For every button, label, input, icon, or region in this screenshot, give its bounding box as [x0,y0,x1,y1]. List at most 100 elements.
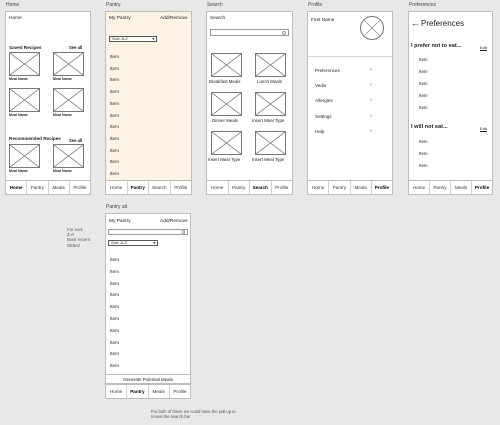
profile-screen: First Name Preferences › Vedis › Allergi… [307,11,393,195]
search-input[interactable] [108,229,188,235]
tab-pantry[interactable]: Pantry [127,385,149,398]
pantry-item[interactable]: Item [110,101,119,106]
generate-meals-button[interactable]: Generate Potential Meals [106,374,190,384]
page-title: My Pantry [109,16,131,21]
pantry-item[interactable]: Item [110,281,119,286]
home-screen: Home Saved Recipes See all Meal Name Mea… [5,11,91,195]
avatar[interactable] [360,16,384,40]
sort-dropdown[interactable]: Sort: A-Z ▼ [109,36,157,42]
tab-profile[interactable]: Profile [372,181,392,194]
wireframe-label-home: Home [6,2,20,8]
pantry-item[interactable]: Item [110,363,119,368]
recipe-image-placeholder[interactable] [9,144,40,168]
menu-item-allergies[interactable]: Allergies [315,98,333,103]
tab-pantry[interactable]: Pantry [430,181,451,194]
pantry-item[interactable]: Item [110,269,119,274]
see-all-link[interactable]: See all [69,45,82,50]
menu-item-vedis[interactable]: Vedis [315,83,326,88]
tab-meals[interactable]: Meals [451,181,472,194]
pantry-item[interactable]: Item [110,148,119,153]
sort-dropdown[interactable]: Sort: A-Z ▼ [108,240,158,246]
edit-link[interactable]: Edit [480,45,487,50]
menu-item-help[interactable]: Help [315,129,324,134]
pantry-item[interactable]: Item [110,54,119,59]
pantry-item[interactable]: Item [110,124,119,129]
list-item: Item [419,139,428,144]
meal-type-image[interactable] [255,131,286,155]
list-item: Item [419,57,428,62]
tab-pantry[interactable]: Pantry [329,181,351,194]
meal-type-label: Dinner Meals [212,118,238,123]
tab-home[interactable]: Home [409,181,430,194]
recipe-image-placeholder[interactable] [9,52,40,76]
wireframe-label-pantry: Pantry [106,2,121,8]
recipe-image-placeholder[interactable] [9,88,40,112]
meal-name-label: Meal Name [9,77,28,81]
meal-type-image[interactable] [211,92,242,116]
pantry-item[interactable]: Item [110,89,119,94]
pantry-item[interactable]: Item [110,77,119,82]
tab-meals[interactable]: Meals [149,385,170,398]
pantry-item[interactable]: Item [110,136,119,141]
tab-home[interactable]: Home [207,181,229,194]
list-item: Item [419,105,428,110]
pantry-item[interactable]: Item [110,316,119,321]
pantry-item[interactable]: Item [110,171,119,176]
tab-bar: Home Pantry Meals Profile [409,180,492,194]
pantry-item[interactable]: Item [110,159,119,164]
pantry-item[interactable]: Item [110,257,119,262]
add-remove-button[interactable]: Add/Remove [160,16,188,21]
pantry-item[interactable]: Item [110,340,119,345]
search-icon [181,230,185,234]
page-title: Home [9,16,22,21]
recipe-image-placeholder[interactable] [53,144,84,168]
meal-type-image[interactable] [255,53,286,77]
tab-pantry[interactable]: Pantry [229,181,250,194]
tab-pantry[interactable]: Pantry [27,181,49,194]
search-input[interactable] [210,29,289,36]
pantry-item[interactable]: Item [110,304,119,309]
tab-search[interactable]: Search [149,181,171,194]
pantry-item[interactable]: Item [110,113,119,118]
search-screen: Search Breakfast Meals Lunch Meals Dinne… [206,11,293,195]
tab-home[interactable]: Home [106,181,128,194]
pantry-item[interactable]: Item [110,351,119,356]
recipe-image-placeholder[interactable] [53,52,84,76]
meal-type-image[interactable] [211,53,242,77]
tab-profile[interactable]: Profile [170,385,190,398]
tab-profile[interactable]: Profile [171,181,192,194]
page-title: Search [210,16,226,21]
tab-home[interactable]: Home [106,385,128,398]
tab-pantry[interactable]: Pantry [128,181,149,194]
tab-bar: Home Pantry Meals Profile [308,180,392,194]
tab-bar: Home Pantry Meals Profile [106,384,190,398]
menu-item-preferences[interactable]: Preferences [315,68,340,73]
see-all-link[interactable]: See all [69,138,82,143]
tab-profile[interactable]: Profile [272,181,293,194]
tab-search[interactable]: Search [250,181,272,194]
add-remove-button[interactable]: Add/Remove [160,219,188,224]
back-arrow-icon[interactable]: ← [411,18,420,28]
note-line: reveal the search bar [151,414,191,419]
meal-type-image[interactable] [211,131,242,155]
tab-profile[interactable]: Profile [472,181,492,194]
recipe-image-placeholder[interactable] [53,88,84,112]
pantry-item[interactable]: Item [110,328,119,333]
chevron-down-icon: ▼ [152,241,156,245]
tab-home[interactable]: Home [6,181,28,194]
tab-home[interactable]: Home [308,181,330,194]
edit-link[interactable]: Edit [480,126,487,131]
note-line: Oldest [67,242,80,248]
note-line: Most recent [67,237,90,243]
tab-meals[interactable]: Meals [49,181,70,194]
meal-type-label: Insert Meal Type [208,157,241,162]
prefer-not-heading: I prefer not to eat... [411,43,462,49]
meal-type-image[interactable] [255,92,286,116]
pantry-item[interactable]: Item [110,292,119,297]
tab-meals[interactable]: Meals [351,181,372,194]
tab-profile[interactable]: Profile [70,181,90,194]
pantry-item[interactable]: Item [110,66,119,71]
menu-item-settings[interactable]: Settings [315,114,332,119]
list-item: Item [419,69,428,74]
chevron-right-icon: › [370,67,372,73]
